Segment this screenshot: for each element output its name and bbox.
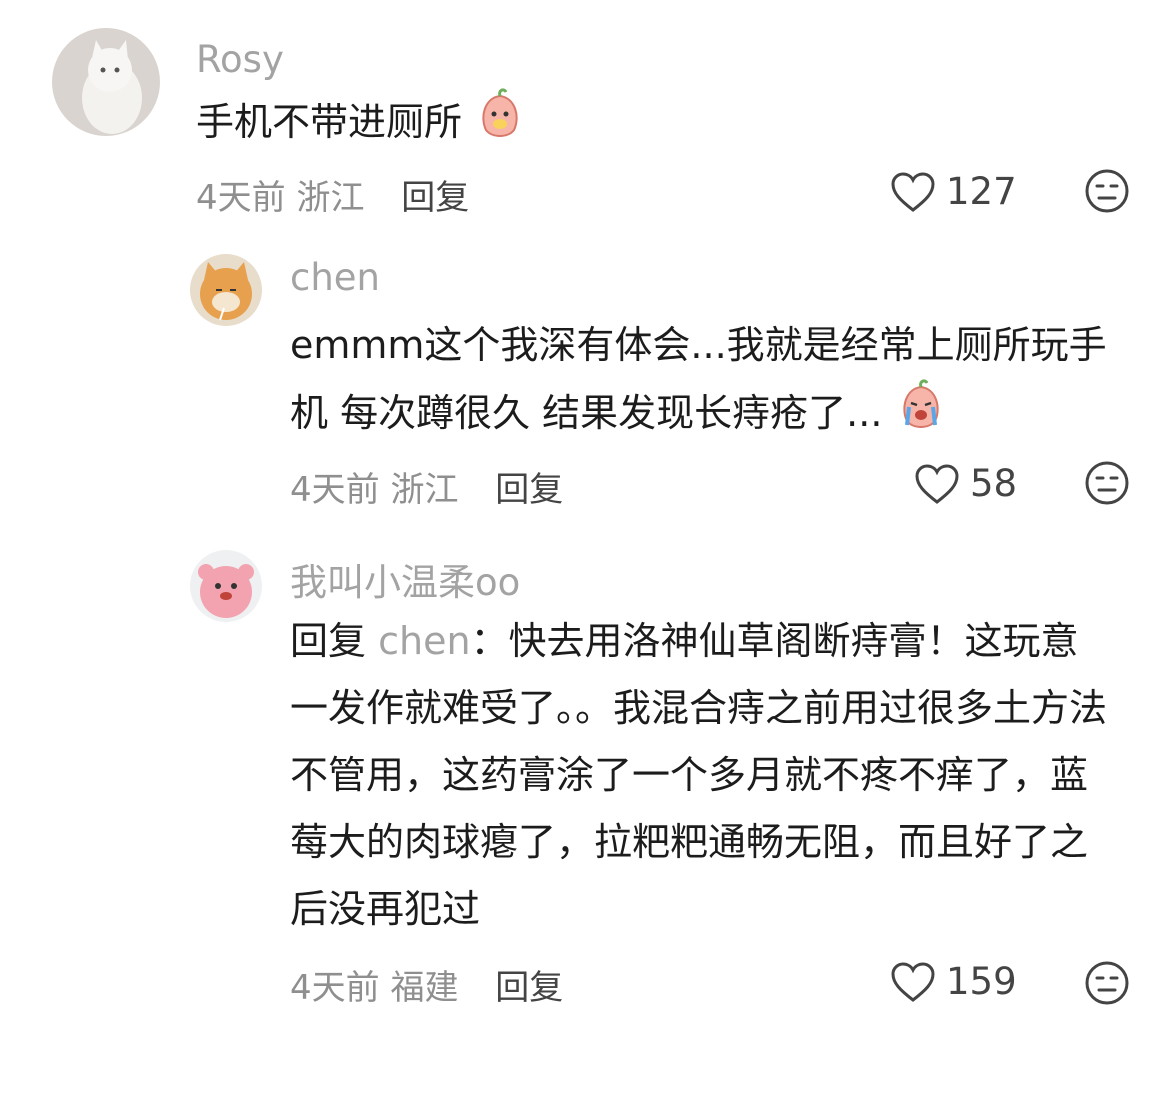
like-button[interactable]: 159 (890, 960, 1017, 1003)
timestamp: 4天前 (290, 968, 380, 1008)
comment-body: ：快去用洛神仙草阁断痔膏！这玩意一发作就难受了。。我混合痔之前用过很多土方法不管… (290, 619, 1108, 931)
location: 浙江 (390, 470, 459, 510)
reply-button[interactable]: 回复 (401, 178, 469, 218)
comment-text: 回复 chen：快去用洛神仙草阁断痔膏！这玩意一发作就难受了。。我混合痔之前用过… (290, 608, 1110, 943)
username[interactable]: chen (290, 256, 380, 299)
comment-body: emmm这个我深有体会...我就是经常上厕所玩手机 每次蹲很久 结果发现长痔疮了… (290, 323, 1107, 435)
comment-body: 手机不带进厕所 (196, 100, 463, 144)
heart-icon (891, 961, 935, 1002)
avatar[interactable] (52, 28, 160, 136)
peach-emoji-icon (474, 88, 526, 161)
heart-icon (891, 171, 935, 212)
comment-meta: 4天前 福建 回复 (290, 960, 563, 1009)
like-count: 58 (970, 462, 1018, 505)
dislike-button[interactable] (1084, 460, 1130, 510)
avatar[interactable] (190, 550, 262, 622)
reply-button[interactable]: 回复 (495, 470, 563, 510)
crying-peach-emoji-icon (895, 379, 947, 452)
reply-prefix: 回复 (290, 619, 379, 663)
avatar[interactable] (190, 254, 262, 326)
comment-meta: 4天前 浙江 回复 (196, 170, 469, 219)
like-count: 127 (946, 170, 1017, 213)
username[interactable]: 我叫小温柔oo (290, 552, 520, 606)
timestamp: 4天前 (290, 470, 380, 510)
comment-text: 手机不带进厕所 (196, 88, 1056, 161)
location: 浙江 (296, 178, 365, 218)
like-button[interactable]: 58 (914, 462, 1017, 505)
reply-button[interactable]: 回复 (495, 968, 563, 1008)
like-count: 159 (946, 960, 1017, 1003)
like-button[interactable]: 127 (890, 170, 1017, 213)
comment-text: emmm这个我深有体会...我就是经常上厕所玩手机 每次蹲很久 结果发现长痔疮了… (290, 312, 1120, 452)
heart-icon (915, 463, 959, 504)
reply-target-username[interactable]: chen (378, 619, 470, 663)
unhappy-face-icon (1085, 169, 1129, 213)
unhappy-face-icon (1085, 461, 1129, 505)
dislike-button[interactable] (1084, 960, 1130, 1010)
location: 福建 (390, 968, 459, 1008)
comment-meta: 4天前 浙江 回复 (290, 462, 563, 511)
timestamp: 4天前 (196, 178, 286, 218)
dislike-button[interactable] (1084, 168, 1130, 218)
username[interactable]: Rosy (196, 38, 284, 81)
unhappy-face-icon (1085, 961, 1129, 1005)
